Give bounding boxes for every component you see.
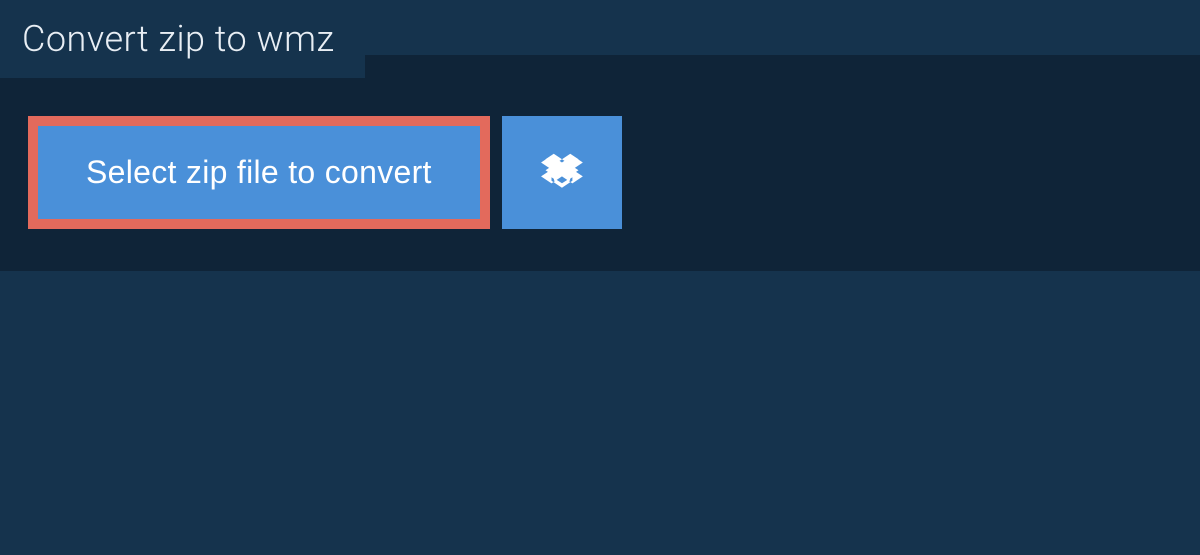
converter-panel: Convert zip to wmz Select zip file to co…: [0, 55, 1200, 271]
select-file-highlight: Select zip file to convert: [28, 116, 490, 229]
select-file-button[interactable]: Select zip file to convert: [38, 126, 480, 219]
dropbox-button[interactable]: [502, 116, 622, 229]
page-title-tab: Convert zip to wmz: [0, 0, 365, 78]
page-title: Convert zip to wmz: [22, 18, 335, 60]
action-row: Select zip file to convert: [0, 78, 1200, 271]
dropbox-icon: [540, 151, 584, 195]
